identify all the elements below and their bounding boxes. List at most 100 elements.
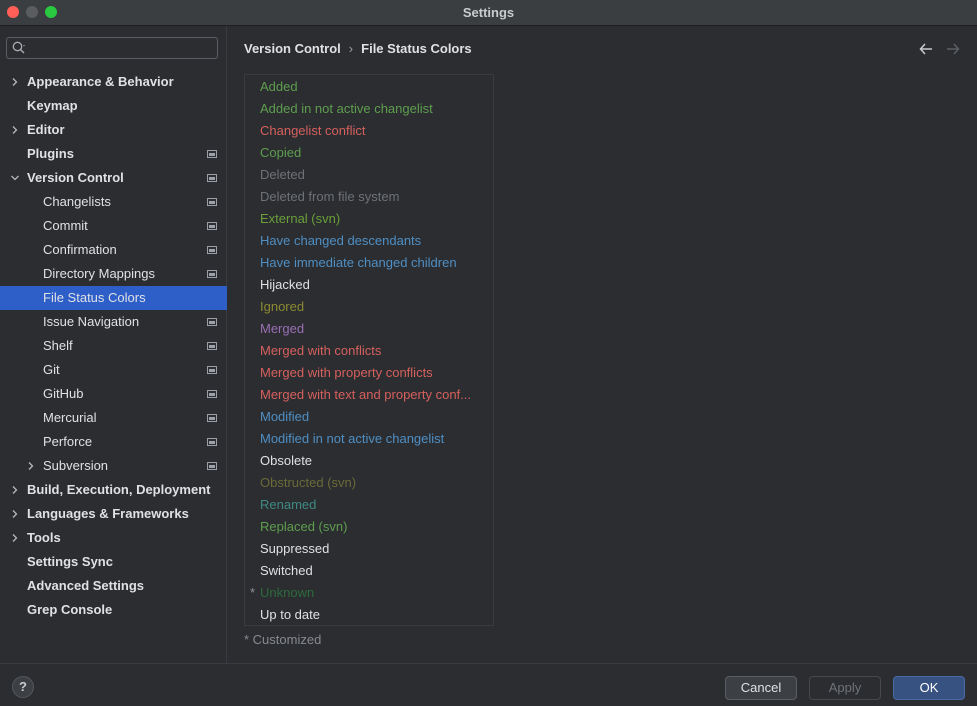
sidebar-item-shelf[interactable]: Shelf xyxy=(0,334,227,358)
sidebar-item-label: Keymap xyxy=(27,98,78,113)
sidebar-item-label: Changelists xyxy=(43,194,111,209)
file-status-item[interactable]: Unknown xyxy=(260,582,490,604)
title-bar: Settings xyxy=(0,0,977,26)
file-status-item[interactable]: Added in not active changelist xyxy=(260,98,490,120)
chevron-right-icon[interactable] xyxy=(10,533,20,543)
sidebar-item-file-status-colors[interactable]: File Status Colors xyxy=(0,286,227,310)
sidebar-item-confirmation[interactable]: Confirmation xyxy=(0,238,227,262)
project-level-icon xyxy=(207,270,217,278)
chevron-right-icon[interactable] xyxy=(10,77,20,87)
sidebar-item-label: Build, Execution, Deployment xyxy=(27,482,211,497)
sidebar-item-perforce[interactable]: Perforce xyxy=(0,430,227,454)
file-status-item[interactable]: Suppressed xyxy=(260,538,490,560)
file-status-item[interactable]: Have immediate changed children xyxy=(260,252,490,274)
sidebar-item-git[interactable]: Git xyxy=(0,358,227,382)
sidebar-item-label: Settings Sync xyxy=(27,554,113,569)
file-status-item[interactable]: Ignored xyxy=(260,296,490,318)
sidebar-item-grep-console[interactable]: Grep Console xyxy=(0,598,227,622)
sidebar-item-build-execution-deployment[interactable]: Build, Execution, Deployment xyxy=(0,478,227,502)
sidebar-item-label: File Status Colors xyxy=(43,290,146,305)
project-level-icon xyxy=(207,174,217,182)
project-level-icon xyxy=(207,366,217,374)
sidebar-item-advanced-settings[interactable]: Advanced Settings xyxy=(0,574,227,598)
sidebar-item-appearance-behavior[interactable]: Appearance & Behavior xyxy=(0,70,227,94)
search-input[interactable] xyxy=(6,37,218,59)
customized-marker: * xyxy=(250,585,256,600)
file-status-item[interactable]: Merged with text and property conf... xyxy=(260,384,490,406)
chevron-right-icon[interactable] xyxy=(10,509,20,519)
chevron-right-icon[interactable] xyxy=(26,461,36,471)
sidebar-item-changelists[interactable]: Changelists xyxy=(0,190,227,214)
sidebar-item-github[interactable]: GitHub xyxy=(0,382,227,406)
sidebar-item-label: Mercurial xyxy=(43,410,97,425)
back-arrow-icon[interactable] xyxy=(918,41,934,57)
chevron-right-icon[interactable] xyxy=(10,485,20,495)
chevron-down-icon[interactable] xyxy=(10,173,20,183)
project-level-icon xyxy=(207,198,217,206)
sidebar-item-mercurial[interactable]: Mercurial xyxy=(0,406,227,430)
file-status-item[interactable]: Deleted from file system xyxy=(260,186,490,208)
dialog-footer: ? Cancel Apply OK xyxy=(0,663,977,706)
sidebar-item-label: Shelf xyxy=(43,338,73,353)
sidebar-item-label: Languages & Frameworks xyxy=(27,506,189,521)
ok-button[interactable]: OK xyxy=(893,676,965,700)
file-status-item[interactable]: Hijacked xyxy=(260,274,490,296)
file-status-item[interactable]: Renamed xyxy=(260,494,490,516)
project-level-icon xyxy=(207,342,217,350)
sidebar-item-plugins[interactable]: Plugins xyxy=(0,142,227,166)
file-status-item[interactable]: Modified in not active changelist xyxy=(260,428,490,450)
sidebar-item-issue-navigation[interactable]: Issue Navigation xyxy=(0,310,227,334)
apply-button[interactable]: Apply xyxy=(809,676,881,700)
file-status-item[interactable]: Replaced (svn) xyxy=(260,516,490,538)
sidebar-item-label: Perforce xyxy=(43,434,93,449)
sidebar-item-directory-mappings[interactable]: Directory Mappings xyxy=(0,262,227,286)
sidebar-item-keymap[interactable]: Keymap xyxy=(0,94,227,118)
sidebar-item-label: Appearance & Behavior xyxy=(27,74,174,89)
project-level-icon xyxy=(207,390,217,398)
sidebar-item-label: Directory Mappings xyxy=(43,266,155,281)
file-status-item[interactable]: Have changed descendants xyxy=(260,230,490,252)
forward-arrow-icon[interactable] xyxy=(945,41,961,57)
sidebar-item-label: Git xyxy=(43,362,60,377)
file-status-item[interactable]: Merged xyxy=(260,318,490,340)
sidebar-item-editor[interactable]: Editor xyxy=(0,118,227,142)
breadcrumb: Version Control › File Status Colors xyxy=(244,41,472,56)
breadcrumb-separator: › xyxy=(348,41,354,56)
sidebar-item-tools[interactable]: Tools xyxy=(0,526,227,550)
sidebar-item-settings-sync[interactable]: Settings Sync xyxy=(0,550,227,574)
sidebar-item-label: Tools xyxy=(27,530,61,545)
cancel-button[interactable]: Cancel xyxy=(725,676,797,700)
sidebar-item-label: Issue Navigation xyxy=(43,314,140,329)
file-status-item[interactable]: Added xyxy=(260,76,490,98)
window-title: Settings xyxy=(462,5,515,20)
breadcrumb-parent[interactable]: Version Control xyxy=(244,41,341,56)
file-status-item[interactable]: Deleted xyxy=(260,164,490,186)
project-level-icon xyxy=(207,414,217,422)
sidebar-item-label: Confirmation xyxy=(43,242,117,257)
file-status-item[interactable]: Switched xyxy=(260,560,490,582)
file-status-item[interactable]: Modified xyxy=(260,406,490,428)
sidebar-item-label: Commit xyxy=(43,218,88,233)
sidebar-item-version-control[interactable]: Version Control xyxy=(0,166,227,190)
sidebar-item-languages-frameworks[interactable]: Languages & Frameworks xyxy=(0,502,227,526)
file-status-item[interactable]: Obsolete xyxy=(260,450,490,472)
file-status-list[interactable]: Added Added in not active changelist Chang… xyxy=(244,74,494,626)
sidebar-item-commit[interactable]: Commit xyxy=(0,214,227,238)
project-level-icon xyxy=(207,318,217,326)
file-status-item[interactable]: Copied xyxy=(260,142,490,164)
sidebar-item-label: GitHub xyxy=(43,386,84,401)
file-status-item[interactable]: Up to date xyxy=(260,604,490,626)
file-status-item[interactable]: External (svn) xyxy=(260,208,490,230)
settings-sidebar: Appearance & Behavior Keymap Editor Plugins… xyxy=(0,26,227,663)
help-button[interactable]: ? xyxy=(12,676,34,698)
file-status-item[interactable]: Merged with conflicts xyxy=(260,340,490,362)
chevron-right-icon[interactable] xyxy=(10,125,20,135)
sidebar-item-label: Advanced Settings xyxy=(27,578,145,593)
file-status-item[interactable]: Merged with property conflicts xyxy=(260,362,490,384)
search-icon xyxy=(12,41,25,54)
customized-note: * Customized xyxy=(244,632,322,647)
file-status-item[interactable]: Obstructed (svn) xyxy=(260,472,490,494)
sidebar-item-label: Subversion xyxy=(43,458,109,473)
sidebar-item-subversion[interactable]: Subversion xyxy=(0,454,227,478)
file-status-item[interactable]: Changelist conflict xyxy=(260,120,490,142)
